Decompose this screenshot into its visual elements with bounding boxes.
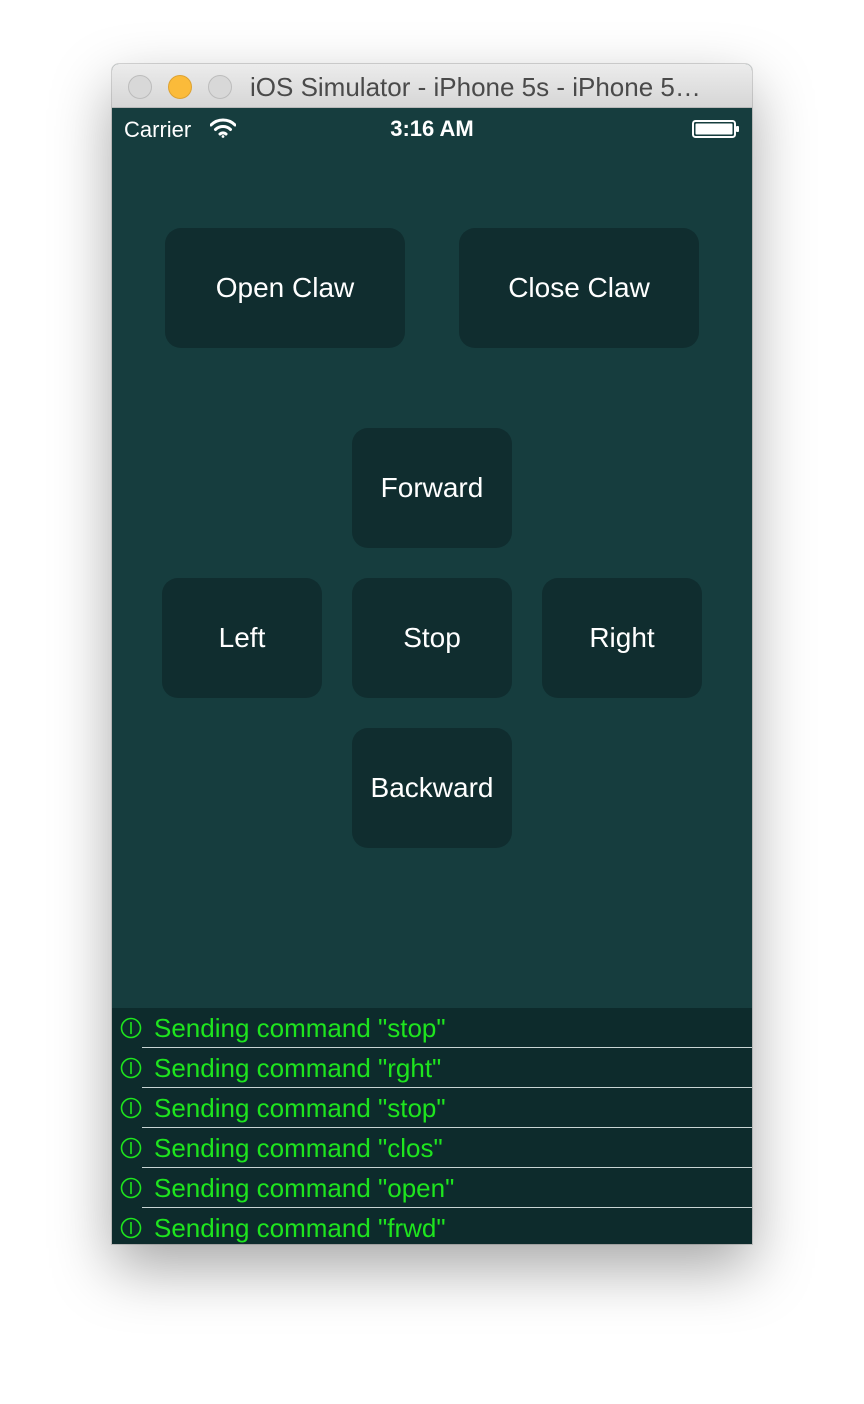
- log-row: Sending command "clos": [112, 1128, 752, 1168]
- log-entry-text: Sending command "open": [154, 1172, 455, 1203]
- right-button[interactable]: Right: [542, 578, 702, 698]
- stop-button[interactable]: Stop: [352, 578, 512, 698]
- log-entry-text: Sending command "stop": [154, 1012, 446, 1043]
- minimize-window-button[interactable]: [168, 75, 192, 99]
- close-window-button[interactable]: [128, 75, 152, 99]
- log-entry-text: Sending command "clos": [154, 1132, 443, 1163]
- close-claw-button[interactable]: Close Claw: [459, 228, 699, 348]
- left-button[interactable]: Left: [162, 578, 322, 698]
- log-entry-text: Sending command "stop": [154, 1092, 446, 1123]
- info-icon: [120, 1177, 142, 1199]
- info-icon: [120, 1057, 142, 1079]
- log-row: Sending command "rght": [112, 1048, 752, 1088]
- status-time: 3:16 AM: [390, 116, 474, 141]
- log-row: Sending command "frwd": [112, 1208, 752, 1244]
- log-entry-text: Sending command "rght": [154, 1052, 442, 1083]
- status-bar: Carrier 3:16 AM: [112, 108, 752, 148]
- window-title: iOS Simulator - iPhone 5s - iPhone 5…: [250, 72, 701, 102]
- log-entry-text: Sending command "frwd": [154, 1212, 446, 1243]
- forward-button[interactable]: Forward: [352, 428, 512, 548]
- open-claw-button[interactable]: Open Claw: [165, 228, 405, 348]
- backward-button[interactable]: Backward: [352, 728, 512, 848]
- window-titlebar[interactable]: iOS Simulator - iPhone 5s - iPhone 5…: [112, 64, 752, 108]
- info-icon: [120, 1137, 142, 1159]
- battery-icon: [692, 120, 739, 138]
- info-icon: [120, 1097, 142, 1119]
- simulator-window: iOS Simulator - iPhone 5s - iPhone 5… Ca…: [112, 64, 752, 1244]
- log-row: Sending command "stop": [112, 1008, 752, 1048]
- info-icon: [120, 1017, 142, 1039]
- log-row: Sending command "open": [112, 1168, 752, 1208]
- command-log[interactable]: Sending command "stop" Sending command "…: [112, 1008, 752, 1244]
- iphone-screen: Carrier 3:16 AM Open Claw Close Claw For…: [112, 108, 752, 1244]
- log-row: Sending command "stop": [112, 1088, 752, 1128]
- info-icon: [120, 1217, 142, 1239]
- zoom-window-button[interactable]: [208, 75, 232, 99]
